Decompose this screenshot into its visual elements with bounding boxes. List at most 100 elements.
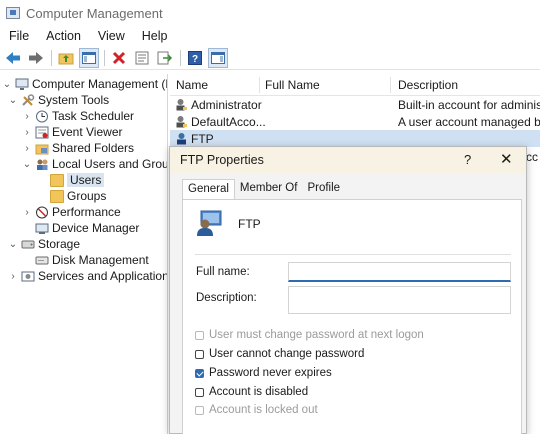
- checkbox[interactable]: [195, 330, 204, 340]
- computer-management-icon: [15, 78, 29, 90]
- export-icon[interactable]: [155, 48, 175, 68]
- tree-item-label: Local Users and Groups: [52, 157, 167, 171]
- checkbox[interactable]: [195, 349, 204, 359]
- tree-item-label: Disk Management: [52, 253, 149, 267]
- user-icon: [176, 99, 187, 111]
- column-header-name[interactable]: Name: [176, 78, 208, 92]
- tree-item-label: System Tools: [38, 93, 110, 107]
- disk-icon: [35, 256, 49, 264]
- tree-item-local-users-and-groups[interactable]: ⌄ Local Users and Groups: [22, 156, 167, 172]
- expand-chevron-icon[interactable]: ›: [8, 271, 18, 282]
- computer-management-icon: [6, 7, 20, 19]
- column-divider[interactable]: [259, 77, 260, 93]
- help-button[interactable]: ?: [464, 152, 471, 167]
- expand-chevron-icon[interactable]: ›: [22, 111, 32, 122]
- tab-general[interactable]: General: [182, 179, 235, 200]
- device-manager-icon: [35, 223, 49, 234]
- checkbox-label: User must change password at next logon: [209, 329, 424, 341]
- tree-item-performance[interactable]: › Performance: [22, 204, 120, 220]
- title-bar: Computer Management: [0, 0, 540, 26]
- svg-text:?: ?: [192, 54, 198, 65]
- full-name-label: Full name:: [196, 266, 250, 278]
- tree-item-label: Services and Applications: [38, 269, 168, 283]
- expand-chevron-icon[interactable]: ›: [22, 127, 32, 138]
- tree-item-label: Groups: [67, 189, 107, 203]
- properties-icon[interactable]: [132, 48, 152, 68]
- checkbox-label: Password never expires: [209, 367, 332, 379]
- table-row[interactable]: Administrator Built-in account for admin…: [170, 96, 540, 113]
- tree-item-computer-management[interactable]: ⌄ Computer Management (Local: [2, 76, 167, 92]
- shared-folder-icon: [35, 144, 49, 154]
- expand-chevron-icon[interactable]: ›: [22, 207, 32, 218]
- tree-item-label: Task Scheduler: [52, 109, 135, 123]
- user-icon: [176, 116, 187, 128]
- menu-file[interactable]: File: [0, 29, 37, 43]
- tree-item-device-manager[interactable]: Device Manager: [35, 220, 139, 236]
- must-change-password-checkbox[interactable]: User must change password at next logon: [195, 327, 424, 343]
- table-row[interactable]: DefaultAcco... A user account managed by…: [170, 113, 540, 130]
- menu-help[interactable]: Help: [133, 29, 176, 43]
- column-header-description[interactable]: Description: [398, 78, 458, 92]
- checkbox[interactable]: [195, 368, 204, 378]
- toolbar-separator: [180, 49, 181, 66]
- services-icon: [21, 271, 35, 281]
- tree-item-event-viewer[interactable]: › Event Viewer: [22, 124, 122, 140]
- dialog-tabs: General Member Of Profile: [182, 179, 345, 200]
- checkbox[interactable]: [195, 387, 204, 397]
- collapse-chevron-icon[interactable]: ⌄: [22, 159, 32, 170]
- collapse-chevron-icon[interactable]: ⌄: [8, 239, 18, 250]
- collapse-chevron-icon[interactable]: ⌄: [8, 95, 18, 106]
- collapse-chevron-icon[interactable]: ⌄: [2, 79, 12, 90]
- tree-item-system-tools[interactable]: ⌄ System Tools: [8, 92, 109, 108]
- expand-chevron-icon[interactable]: ›: [22, 143, 32, 154]
- toolbar-separator: [104, 49, 105, 66]
- menu-action[interactable]: Action: [37, 29, 89, 43]
- tree-item-disk-management[interactable]: Disk Management: [35, 252, 149, 268]
- delete-icon[interactable]: [109, 48, 129, 68]
- password-never-expires-checkbox[interactable]: Password never expires: [195, 365, 332, 381]
- tree-item-task-scheduler[interactable]: › Task Scheduler: [22, 108, 134, 124]
- cannot-change-password-checkbox[interactable]: User cannot change password: [195, 346, 364, 362]
- description-field[interactable]: [288, 286, 511, 314]
- tree-item-shared-folders[interactable]: › Shared Folders: [22, 140, 134, 156]
- tree-item-storage[interactable]: ⌄ Storage: [8, 236, 80, 252]
- tree-item-services-and-applications[interactable]: › Services and Applications: [8, 268, 168, 284]
- description-label: Description:: [196, 292, 257, 304]
- checkbox-label: Account is locked out: [209, 404, 318, 416]
- dialog-title-bar[interactable]: FTP Properties ? ✕: [170, 147, 526, 173]
- menu-view[interactable]: View: [89, 29, 133, 43]
- show-hide-action-pane-icon[interactable]: [208, 47, 228, 68]
- up-folder-icon[interactable]: [56, 48, 76, 68]
- user-account-icon: [197, 210, 222, 236]
- general-tab-panel: FTP Full name: Description: User must ch…: [182, 199, 522, 434]
- account-locked-out-checkbox[interactable]: Account is locked out: [195, 402, 318, 418]
- table-row[interactable]: FTP: [170, 130, 540, 147]
- tree-item-label: Storage: [38, 237, 81, 251]
- console-tree: ⌄ Computer Management (Local ⌄ System To…: [0, 74, 168, 434]
- tree-item-groups[interactable]: Groups: [50, 188, 106, 204]
- user-description: Built-in account for administer: [398, 98, 540, 112]
- show-hide-tree-icon[interactable]: [79, 47, 99, 68]
- folder-icon: [50, 189, 64, 203]
- close-icon[interactable]: ✕: [500, 150, 513, 168]
- folder-icon: [50, 173, 64, 187]
- dialog-title: FTP Properties: [180, 153, 264, 167]
- full-name-field[interactable]: [288, 262, 511, 282]
- column-header-full-name[interactable]: Full Name: [265, 78, 320, 92]
- menu-bar: File Action View Help: [0, 26, 540, 46]
- user-name: Administrator: [191, 98, 262, 112]
- account-disabled-checkbox[interactable]: Account is disabled: [195, 384, 308, 400]
- column-divider[interactable]: [390, 77, 391, 93]
- tree-item-users[interactable]: Users: [50, 172, 105, 188]
- user-description: A user account managed by th: [398, 115, 540, 129]
- clock-icon: [36, 110, 48, 122]
- back-icon[interactable]: [3, 48, 23, 68]
- help-icon[interactable]: ?: [185, 48, 205, 68]
- tab-member-of[interactable]: Member Of: [235, 179, 303, 199]
- forward-icon[interactable]: [26, 48, 46, 68]
- tab-profile[interactable]: Profile: [302, 179, 345, 199]
- checkbox[interactable]: [195, 405, 204, 415]
- account-name: FTP: [238, 217, 261, 231]
- divider: [195, 254, 511, 255]
- toolbar: ?: [0, 46, 540, 70]
